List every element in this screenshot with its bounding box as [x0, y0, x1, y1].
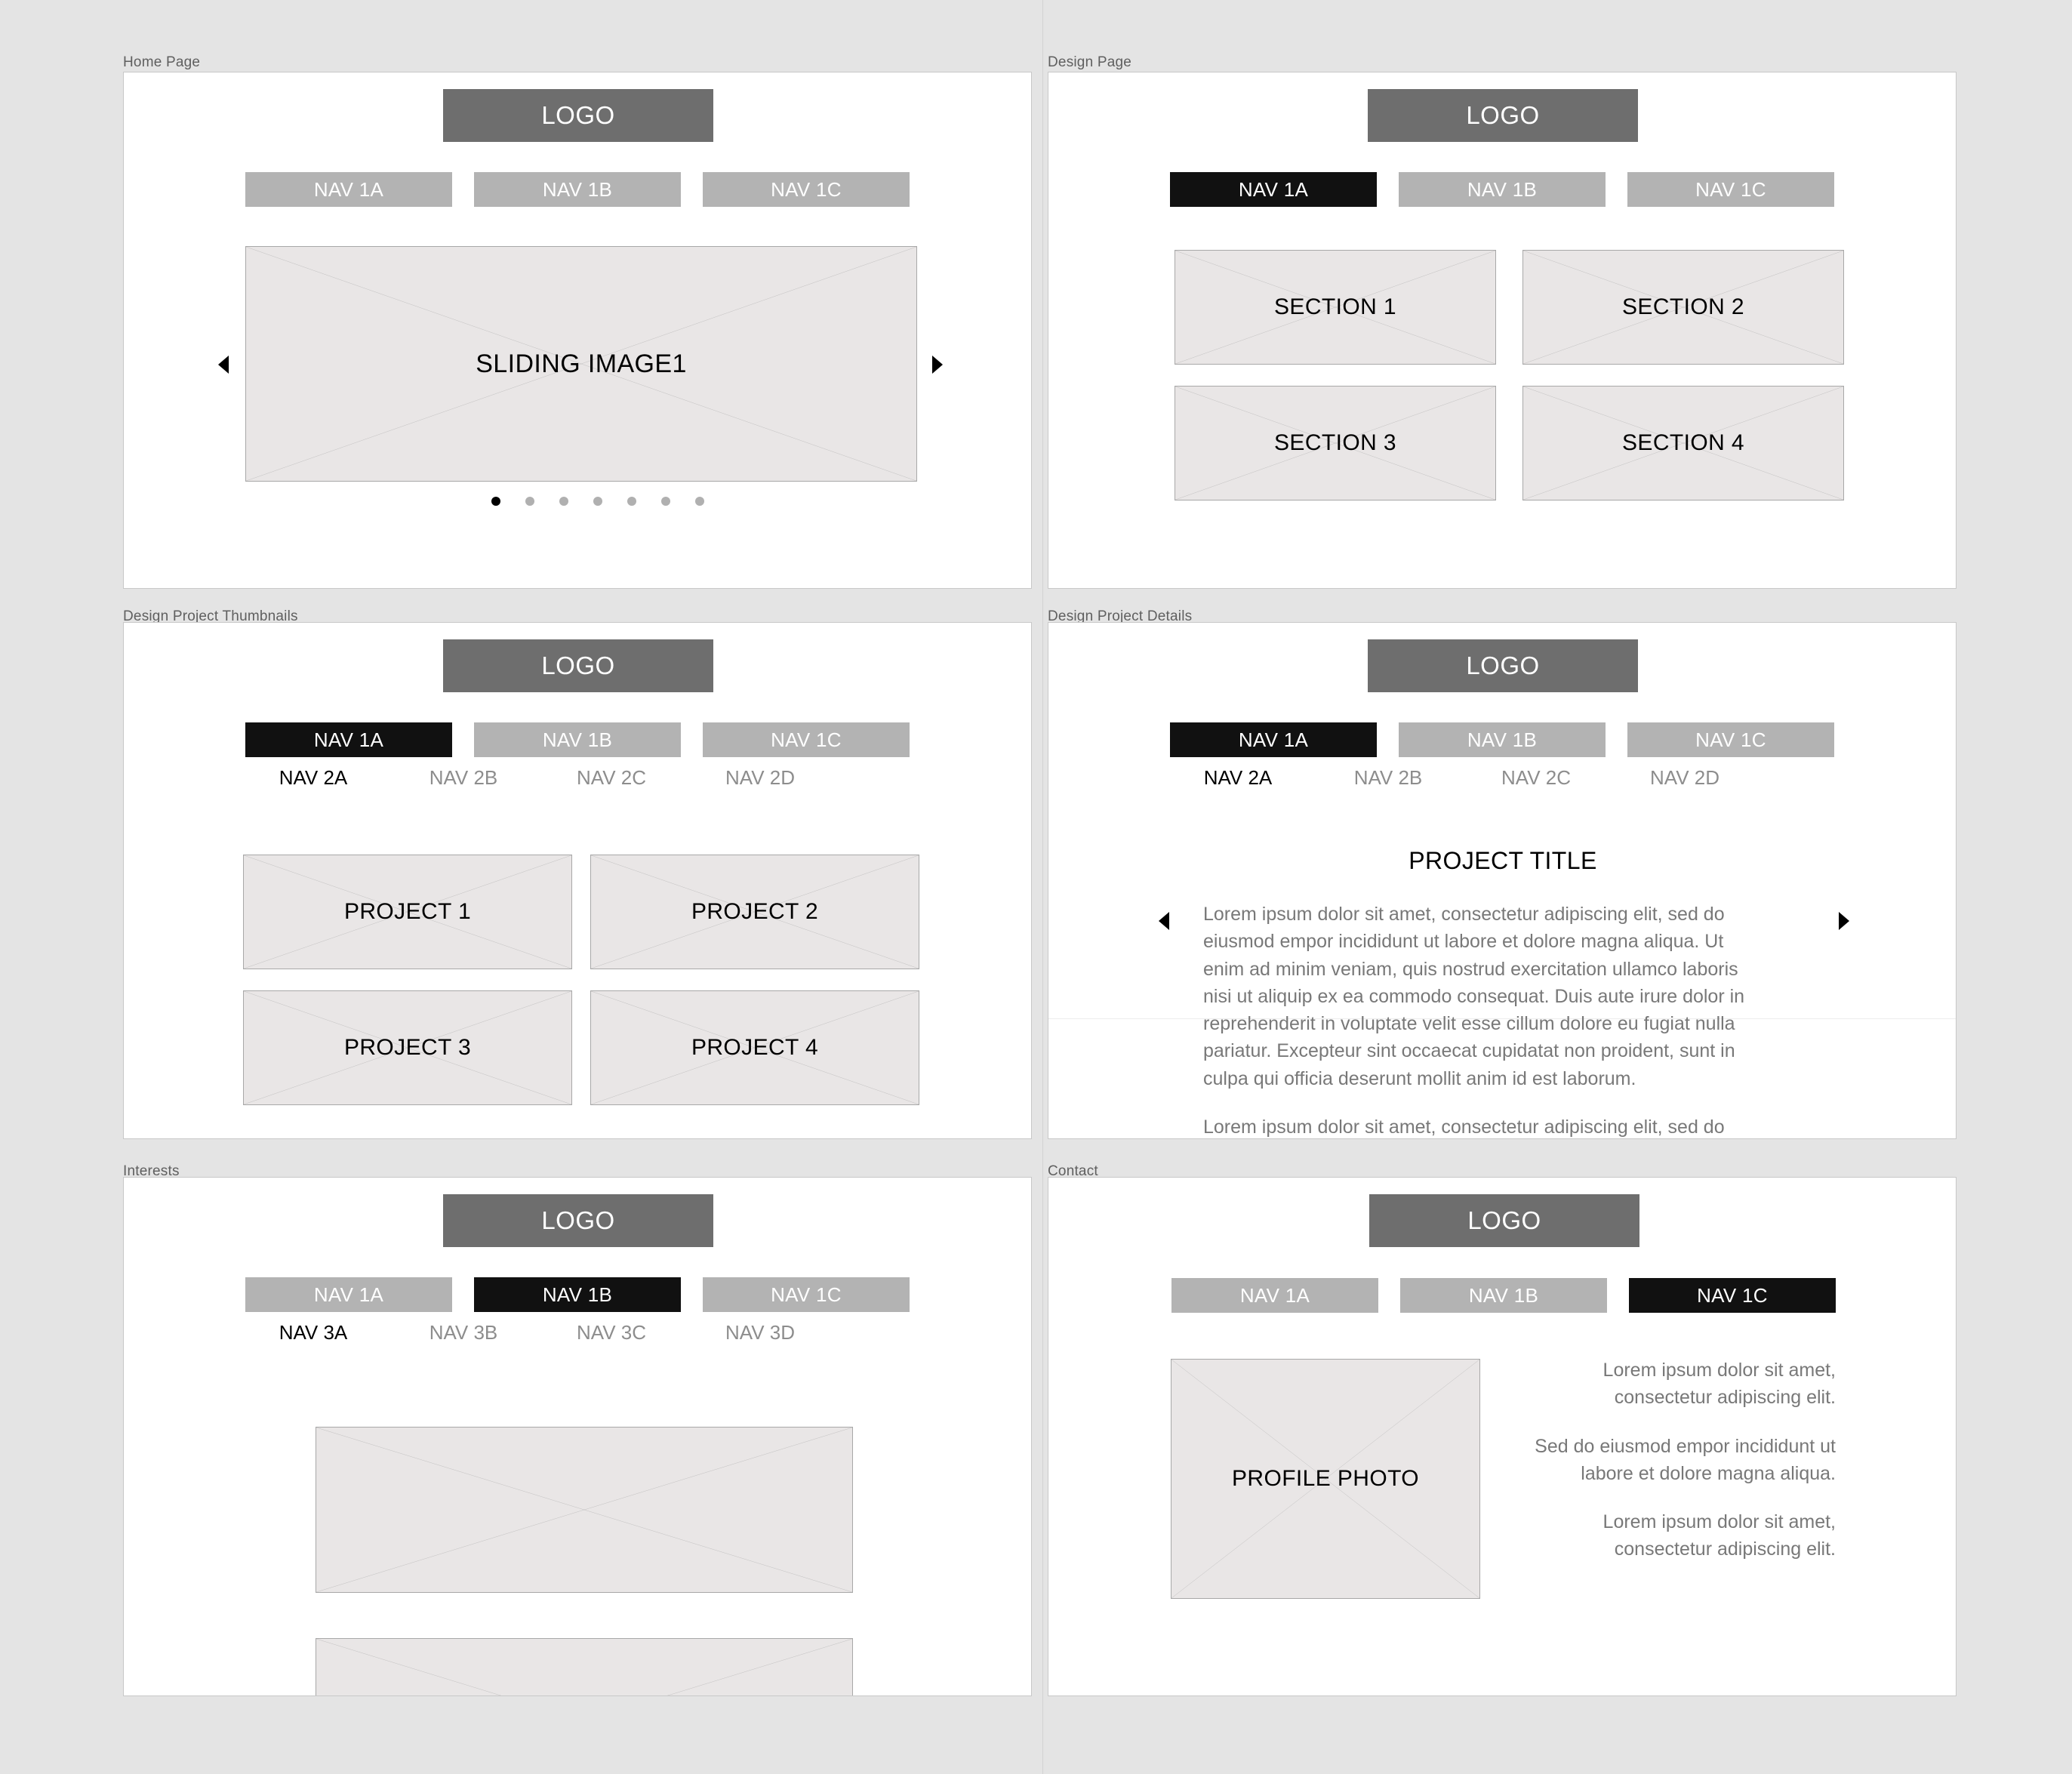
details-prev-arrow-icon[interactable] [1159, 912, 1169, 930]
nav-1b-button[interactable]: NAV 1B [1400, 1278, 1607, 1313]
nav-1c-button[interactable]: NAV 1C [1627, 722, 1834, 757]
interest-image-2-placeholder[interactable] [316, 1638, 853, 1696]
project-4-label: PROJECT 4 [691, 1035, 819, 1060]
panel-label-home: Home Page [123, 54, 201, 70]
nav-3c-link[interactable]: NAV 3C [543, 1321, 679, 1344]
logo-block: LOGO [1368, 639, 1638, 692]
board-column-seam [1042, 0, 1043, 1774]
nav-3b-link[interactable]: NAV 3B [396, 1321, 531, 1344]
nav-2c-link[interactable]: NAV 2C [543, 766, 679, 790]
wireframe-board: Home Page LOGO NAV 1A NAV 1B NAV 1C SLID… [0, 0, 2072, 1774]
cross-diagonals-icon [316, 1428, 852, 1592]
interest-image-1-placeholder[interactable] [316, 1427, 853, 1593]
nav-1b-button[interactable]: NAV 1B [1399, 722, 1606, 757]
carousel-dot[interactable] [695, 497, 704, 506]
section-4-placeholder[interactable]: SECTION 4 [1522, 386, 1844, 500]
panel-home-page: LOGO NAV 1A NAV 1B NAV 1C SLIDING IMAGE1 [123, 72, 1032, 589]
section-2-placeholder[interactable]: SECTION 2 [1522, 250, 1844, 365]
project-3-label: PROJECT 3 [343, 1035, 472, 1060]
cross-diagonals-icon [316, 1639, 852, 1696]
project-description: Lorem ipsum dolor sit amet, consectetur … [1203, 901, 1750, 1138]
nav-1a-button[interactable]: NAV 1A [245, 172, 452, 207]
contact-paragraph-1: Lorem ipsum dolor sit amet, consectetur … [1602, 1360, 1836, 1409]
panel-design-page: LOGO NAV 1A NAV 1B NAV 1C SECTION 1 SECT… [1048, 72, 1957, 589]
section-3-label: SECTION 3 [1274, 430, 1396, 455]
contact-paragraph-2: Sed do eiusmod empor incididunt ut labor… [1535, 1435, 1836, 1484]
carousel-prev-arrow-icon[interactable] [218, 356, 229, 374]
carousel-dots [491, 497, 704, 506]
panel-design-project-thumbnails: LOGO NAV 1A NAV 1B NAV 1C NAV 2A NAV 2B … [123, 622, 1032, 1139]
nav-1a-button[interactable]: NAV 1A [245, 1277, 452, 1312]
section-4-label: SECTION 4 [1622, 430, 1744, 455]
project-paragraph-1: Lorem ipsum dolor sit amet, consectetur … [1203, 904, 1745, 1089]
project-paragraph-2: Lorem ipsum dolor sit amet, consectetur … [1203, 1116, 1725, 1138]
nav-1c-button[interactable]: NAV 1C [1629, 1278, 1836, 1313]
nav-2d-link[interactable]: NAV 2D [1617, 766, 1753, 790]
carousel-dot[interactable] [559, 497, 568, 506]
carousel-dot[interactable] [627, 497, 636, 506]
project-title: PROJECT TITLE [1409, 847, 1597, 874]
nav-1c-button[interactable]: NAV 1C [1627, 172, 1834, 207]
nav-1a-button[interactable]: NAV 1A [1171, 1278, 1378, 1313]
logo-block: LOGO [443, 639, 713, 692]
nav-1c-button[interactable]: NAV 1C [703, 1277, 910, 1312]
project-1-placeholder[interactable]: PROJECT 1 [243, 855, 572, 969]
nav-1a-button[interactable]: NAV 1A [1170, 722, 1377, 757]
carousel-dot[interactable] [593, 497, 602, 506]
hero-slider-label: SLIDING IMAGE1 [476, 349, 687, 378]
nav-1a-button[interactable]: NAV 1A [245, 722, 452, 757]
nav-3d-link[interactable]: NAV 3D [692, 1321, 828, 1344]
section-1-label: SECTION 1 [1274, 294, 1396, 319]
nav-1c-button[interactable]: NAV 1C [703, 722, 910, 757]
nav-1b-button[interactable]: NAV 1B [474, 172, 681, 207]
hero-slider-placeholder[interactable]: SLIDING IMAGE1 [245, 246, 917, 482]
nav-3a-link[interactable]: NAV 3A [245, 1321, 381, 1344]
carousel-dot[interactable] [661, 497, 670, 506]
nav-2d-link[interactable]: NAV 2D [692, 766, 828, 790]
logo-block: LOGO [443, 1194, 713, 1247]
panel-label-design: Design Page [1048, 54, 1131, 70]
nav-2a-link[interactable]: NAV 2A [245, 766, 381, 790]
project-2-placeholder[interactable]: PROJECT 2 [590, 855, 919, 969]
details-next-arrow-icon[interactable] [1839, 912, 1849, 930]
section-1-placeholder[interactable]: SECTION 1 [1175, 250, 1496, 365]
nav-2a-link[interactable]: NAV 2A [1170, 766, 1306, 790]
profile-photo-placeholder[interactable]: PROFILE PHOTO [1171, 1359, 1480, 1599]
profile-photo-label: PROFILE PHOTO [1231, 1466, 1420, 1491]
section-3-placeholder[interactable]: SECTION 3 [1175, 386, 1496, 500]
project-2-label: PROJECT 2 [691, 899, 819, 924]
project-3-placeholder[interactable]: PROJECT 3 [243, 990, 572, 1105]
carousel-dot[interactable] [491, 497, 500, 506]
logo-block: LOGO [1368, 89, 1638, 142]
nav-1b-button[interactable]: NAV 1B [474, 722, 681, 757]
nav-2c-link[interactable]: NAV 2C [1468, 766, 1604, 790]
panel-interests: LOGO NAV 1A NAV 1B NAV 1C NAV 3A NAV 3B … [123, 1177, 1032, 1696]
nav-1a-button[interactable]: NAV 1A [1170, 172, 1377, 207]
nav-2b-link[interactable]: NAV 2B [396, 766, 531, 790]
nav-1b-button[interactable]: NAV 1B [1399, 172, 1606, 207]
project-1-label: PROJECT 1 [343, 899, 472, 924]
project-4-placeholder[interactable]: PROJECT 4 [590, 990, 919, 1105]
nav-1b-button[interactable]: NAV 1B [474, 1277, 681, 1312]
nav-2b-link[interactable]: NAV 2B [1320, 766, 1456, 790]
panel-contact: LOGO NAV 1A NAV 1B NAV 1C PROFILE PHOTO … [1048, 1177, 1957, 1696]
contact-description: Lorem ipsum dolor sit amet, consectetur … [1532, 1357, 1836, 1563]
carousel-dot[interactable] [525, 497, 534, 506]
contact-paragraph-3: Lorem ipsum dolor sit amet, consectetur … [1602, 1511, 1836, 1560]
nav-1c-button[interactable]: NAV 1C [703, 172, 910, 207]
panel-design-project-details: LOGO NAV 1A NAV 1B NAV 1C NAV 2A NAV 2B … [1048, 622, 1957, 1139]
section-2-label: SECTION 2 [1622, 294, 1744, 319]
logo-block: LOGO [443, 89, 713, 142]
logo-block: LOGO [1369, 1194, 1639, 1247]
carousel-next-arrow-icon[interactable] [932, 356, 943, 374]
